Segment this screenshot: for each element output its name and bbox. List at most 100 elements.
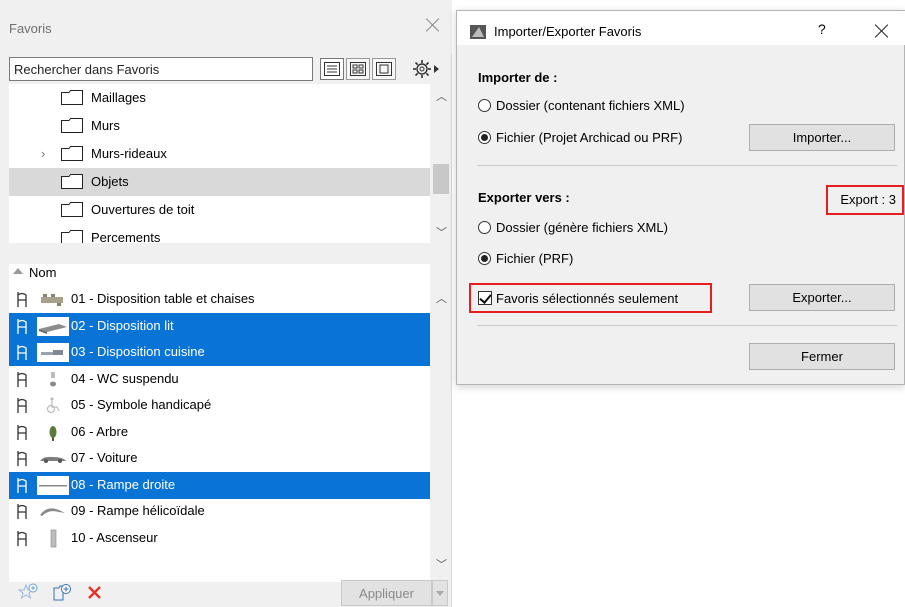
new-folder-icon[interactable] [52, 582, 74, 604]
tree-item[interactable]: › Murs-rideaux [9, 140, 430, 168]
folder-icon [61, 202, 83, 217]
scroll-down-icon[interactable]: ﹀ [436, 556, 447, 572]
object-chair-icon [17, 530, 27, 546]
object-chair-icon [17, 424, 27, 440]
car-thumbnail [40, 456, 66, 463]
object-chair-icon [17, 345, 27, 360]
list-item-label: 04 - WC suspendu [71, 370, 179, 386]
folder-icon [61, 90, 83, 105]
tree-thumbnail [49, 425, 57, 441]
scroll-up-icon[interactable]: ︿ [436, 290, 447, 306]
import-folder-label: Dossier (contenant fichiers XML) [496, 97, 685, 113]
tree-item[interactable]: Percements [9, 224, 430, 243]
radio-button[interactable] [478, 98, 491, 112]
dialog-title: Importer/Exporter Favoris [494, 24, 642, 39]
import-folder-option[interactable]: Dossier (contenant fichiers XML) [478, 95, 685, 115]
scroll-thumb[interactable] [433, 164, 449, 194]
tree-item[interactable]: Murs [9, 112, 430, 140]
tree-item-label: Murs [91, 118, 120, 133]
list-item[interactable]: 01 - Disposition table et chaises [9, 286, 430, 313]
list-item[interactable]: 07 - Voiture [9, 445, 430, 472]
preview-view-icon[interactable] [372, 58, 396, 80]
wheelchair-thumbnail [46, 397, 60, 414]
dialog-titlebar: Importer/Exporter Favoris ? [457, 11, 905, 45]
list-item[interactable]: 08 - Rampe droite [9, 471, 430, 499]
export-folder-option[interactable]: Dossier (génère fichiers XML) [478, 217, 668, 237]
export-button[interactable]: Exporter... [749, 284, 895, 311]
delete-icon[interactable] [84, 582, 106, 604]
object-chair-icon [17, 477, 27, 493]
tree-item-label: Ouvertures de toit [91, 202, 195, 217]
table-chairs-thumbnail [41, 294, 63, 306]
list-item-label: 09 - Rampe hélicoïdale [71, 503, 205, 518]
divider [477, 165, 897, 166]
list-item[interactable]: 06 - Arbre [9, 419, 430, 446]
tree-scrollbar[interactable]: ︿ ﹀ [432, 84, 450, 243]
ramp-straight-thumbnail [37, 475, 69, 495]
export-file-option[interactable]: Fichier (PRF) [478, 248, 573, 268]
list-item[interactable]: 05 - Symbole handicapé [9, 392, 430, 419]
list-item-label: 10 - Ascenseur [71, 529, 158, 545]
add-favorite-star-icon[interactable] [18, 582, 40, 604]
tree-item-label: Percements [91, 230, 161, 243]
tree-item[interactable]: Maillages [9, 84, 430, 112]
favorites-header: Favoris [0, 0, 452, 54]
tree-item[interactable]: Objets [9, 168, 430, 196]
import-file-option[interactable]: Fichier (Projet Archicad ou PRF) [478, 127, 682, 147]
selected-only-label: Favoris sélectionnés seulement [496, 290, 679, 306]
list-item[interactable]: 09 - Rampe hélicoïdale [9, 498, 430, 525]
radio-button[interactable] [478, 130, 491, 144]
favorites-title: Favoris [9, 21, 52, 36]
export-section-title: Exporter vers : [478, 190, 570, 205]
folder-icon [61, 146, 83, 161]
archicad-logo-icon [470, 25, 486, 39]
export-folder-label: Dossier (génère fichiers XML) [496, 219, 668, 235]
close-icon[interactable] [874, 23, 890, 39]
list-item-label: 06 - Arbre [71, 423, 129, 439]
list-item-label: 05 - Symbole handicapé [71, 397, 212, 412]
list-item-label: 03 - Disposition cuisine [69, 339, 430, 366]
apply-dropdown-icon[interactable] [432, 580, 448, 606]
scroll-down-icon[interactable]: ﹀ [436, 224, 447, 240]
list-view-icon[interactable] [320, 58, 344, 80]
list-item[interactable]: 10 - Ascenseur [9, 525, 430, 552]
object-chair-icon [17, 451, 27, 466]
chevron-right-icon[interactable]: › [41, 146, 45, 161]
list-item[interactable]: 03 - Disposition cuisine [9, 339, 430, 366]
list-item-label: 07 - Voiture [71, 450, 138, 465]
close-icon[interactable] [424, 16, 442, 34]
tree-item-label: Murs-rideaux [91, 146, 167, 161]
folder-icon [61, 174, 83, 189]
apply-button[interactable]: Appliquer [341, 580, 432, 606]
help-button[interactable]: ? [818, 21, 826, 37]
tree-item-label: Objets [91, 174, 129, 189]
settings-gear-icon[interactable] [409, 58, 443, 80]
divider [477, 325, 897, 326]
selected-only-option[interactable]: Favoris sélectionnés seulement [469, 283, 712, 313]
close-button[interactable]: Fermer [749, 343, 895, 370]
wc-thumbnail [50, 371, 56, 386]
import-button[interactable]: Importer... [749, 124, 895, 151]
list-scrollbar[interactable]: ︿ ﹀ [432, 264, 450, 582]
list-item[interactable]: 04 - WC suspendu [9, 366, 430, 393]
list-item-label: 02 - Disposition lit [69, 312, 430, 340]
radio-button[interactable] [478, 251, 491, 265]
selected-only-checkbox[interactable] [478, 291, 492, 305]
list-header[interactable]: Nom [9, 264, 430, 284]
scroll-up-icon[interactable]: ︿ [436, 88, 447, 104]
search-input[interactable] [9, 57, 313, 81]
list-item-label: 08 - Rampe droite [69, 471, 430, 499]
kitchen-thumbnail [37, 343, 69, 362]
import-file-label: Fichier (Projet Archicad ou PRF) [496, 129, 683, 145]
object-chair-icon [17, 398, 27, 413]
list-item-label: 01 - Disposition table et chaises [71, 291, 255, 306]
thumbnail-view-icon[interactable] [346, 58, 370, 80]
list-item[interactable]: 02 - Disposition lit [9, 312, 430, 340]
sort-ascending-icon [13, 268, 23, 274]
radio-button[interactable] [478, 220, 491, 234]
tree-item[interactable]: Ouvertures de toit [9, 196, 430, 224]
import-export-dialog: Importer/Exporter Favoris ? Importer de … [456, 10, 905, 385]
elevator-thumbnail [50, 529, 57, 547]
export-file-label: Fichier (PRF) [496, 250, 574, 266]
bed-thumbnail [37, 316, 69, 336]
